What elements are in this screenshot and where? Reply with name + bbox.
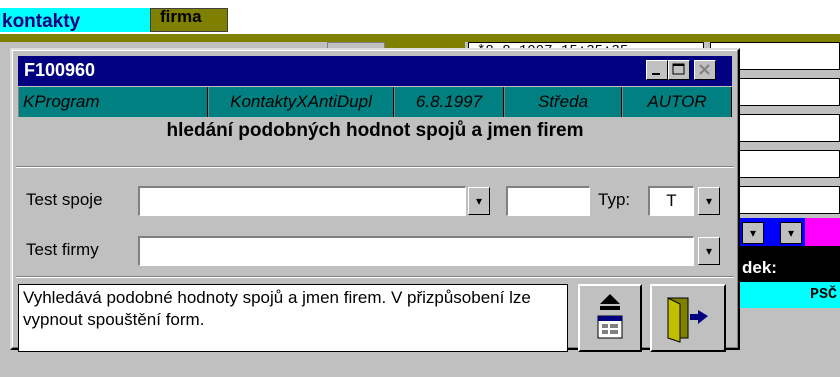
chevron-down-icon: ▾ bbox=[705, 194, 713, 208]
info-day: Středa bbox=[504, 87, 622, 117]
tab-firma[interactable]: firma bbox=[150, 7, 228, 32]
typ-dropdown[interactable]: ▾ bbox=[698, 187, 720, 215]
background-top-strip bbox=[0, 0, 840, 8]
background-field-5[interactable] bbox=[738, 186, 840, 214]
info-module: KontaktyXAntiDupl bbox=[208, 87, 394, 117]
dark-label-text: dek: bbox=[742, 258, 777, 277]
dialog-window: F100960 KProgram KontaktyXAntiDupl 6.8.1… bbox=[10, 48, 740, 352]
test-firmy-label: Test firmy bbox=[26, 240, 99, 259]
background-dropdown-2[interactable]: ▾ bbox=[780, 222, 802, 244]
background-field-4[interactable] bbox=[738, 150, 840, 178]
minimize-button[interactable] bbox=[646, 60, 668, 80]
minimize-icon bbox=[652, 73, 660, 75]
test-spoje-label: Test spoje bbox=[26, 190, 103, 209]
test-firmy-dropdown[interactable]: ▾ bbox=[698, 237, 720, 265]
run-form-icon bbox=[597, 294, 623, 339]
description-text: Vyhledává podobné hodnoty spojů a jmen f… bbox=[18, 284, 568, 352]
chevron-down-icon: ▾ bbox=[705, 244, 713, 258]
dialog-heading: hledání podobných hodnot spojů a jmen fi… bbox=[166, 120, 584, 141]
background-olive-strip bbox=[0, 34, 840, 42]
tab-label: firma bbox=[160, 7, 202, 26]
run-form-button[interactable] bbox=[578, 284, 642, 352]
background-dropdown-1[interactable]: ▾ bbox=[742, 222, 764, 244]
exit-button[interactable] bbox=[650, 284, 726, 352]
cyan-label-text: PSČ bbox=[810, 286, 838, 303]
typ-value: T bbox=[666, 191, 677, 210]
maximize-button[interactable] bbox=[668, 60, 690, 80]
maximize-icon bbox=[672, 63, 685, 75]
dialog-titlebar[interactable]: F100960 bbox=[18, 56, 732, 86]
tab-label: kontakty bbox=[2, 11, 81, 32]
info-bar: KProgram KontaktyXAntiDupl 6.8.1997 Stře… bbox=[18, 87, 732, 117]
dialog-title: F100960 bbox=[24, 60, 96, 80]
separator bbox=[16, 166, 734, 168]
test-spoje-input[interactable] bbox=[138, 186, 466, 216]
background-cyan-label: PSČ bbox=[740, 282, 840, 308]
close-button[interactable] bbox=[694, 60, 716, 80]
test-spoje-dropdown[interactable]: ▾ bbox=[468, 187, 490, 215]
info-author: AUTOR bbox=[622, 87, 732, 117]
exit-door-icon bbox=[667, 297, 708, 343]
info-program: KProgram bbox=[18, 87, 208, 117]
background-dark-label: dek: bbox=[740, 246, 840, 282]
background-field-2[interactable] bbox=[738, 78, 840, 106]
info-date: 6.8.1997 bbox=[394, 87, 504, 117]
chevron-down-icon: ▾ bbox=[475, 194, 483, 208]
test-firmy-input[interactable] bbox=[138, 236, 694, 266]
test-spoje-extra-input[interactable] bbox=[506, 186, 590, 216]
separator bbox=[16, 276, 734, 278]
typ-label: Typ: bbox=[598, 190, 631, 209]
typ-input[interactable]: T bbox=[648, 186, 694, 216]
background-color-strip-magenta bbox=[805, 218, 840, 246]
tab-kontakty[interactable]: kontakty bbox=[0, 8, 150, 32]
close-icon bbox=[699, 64, 710, 75]
background-field-3[interactable] bbox=[738, 114, 840, 142]
